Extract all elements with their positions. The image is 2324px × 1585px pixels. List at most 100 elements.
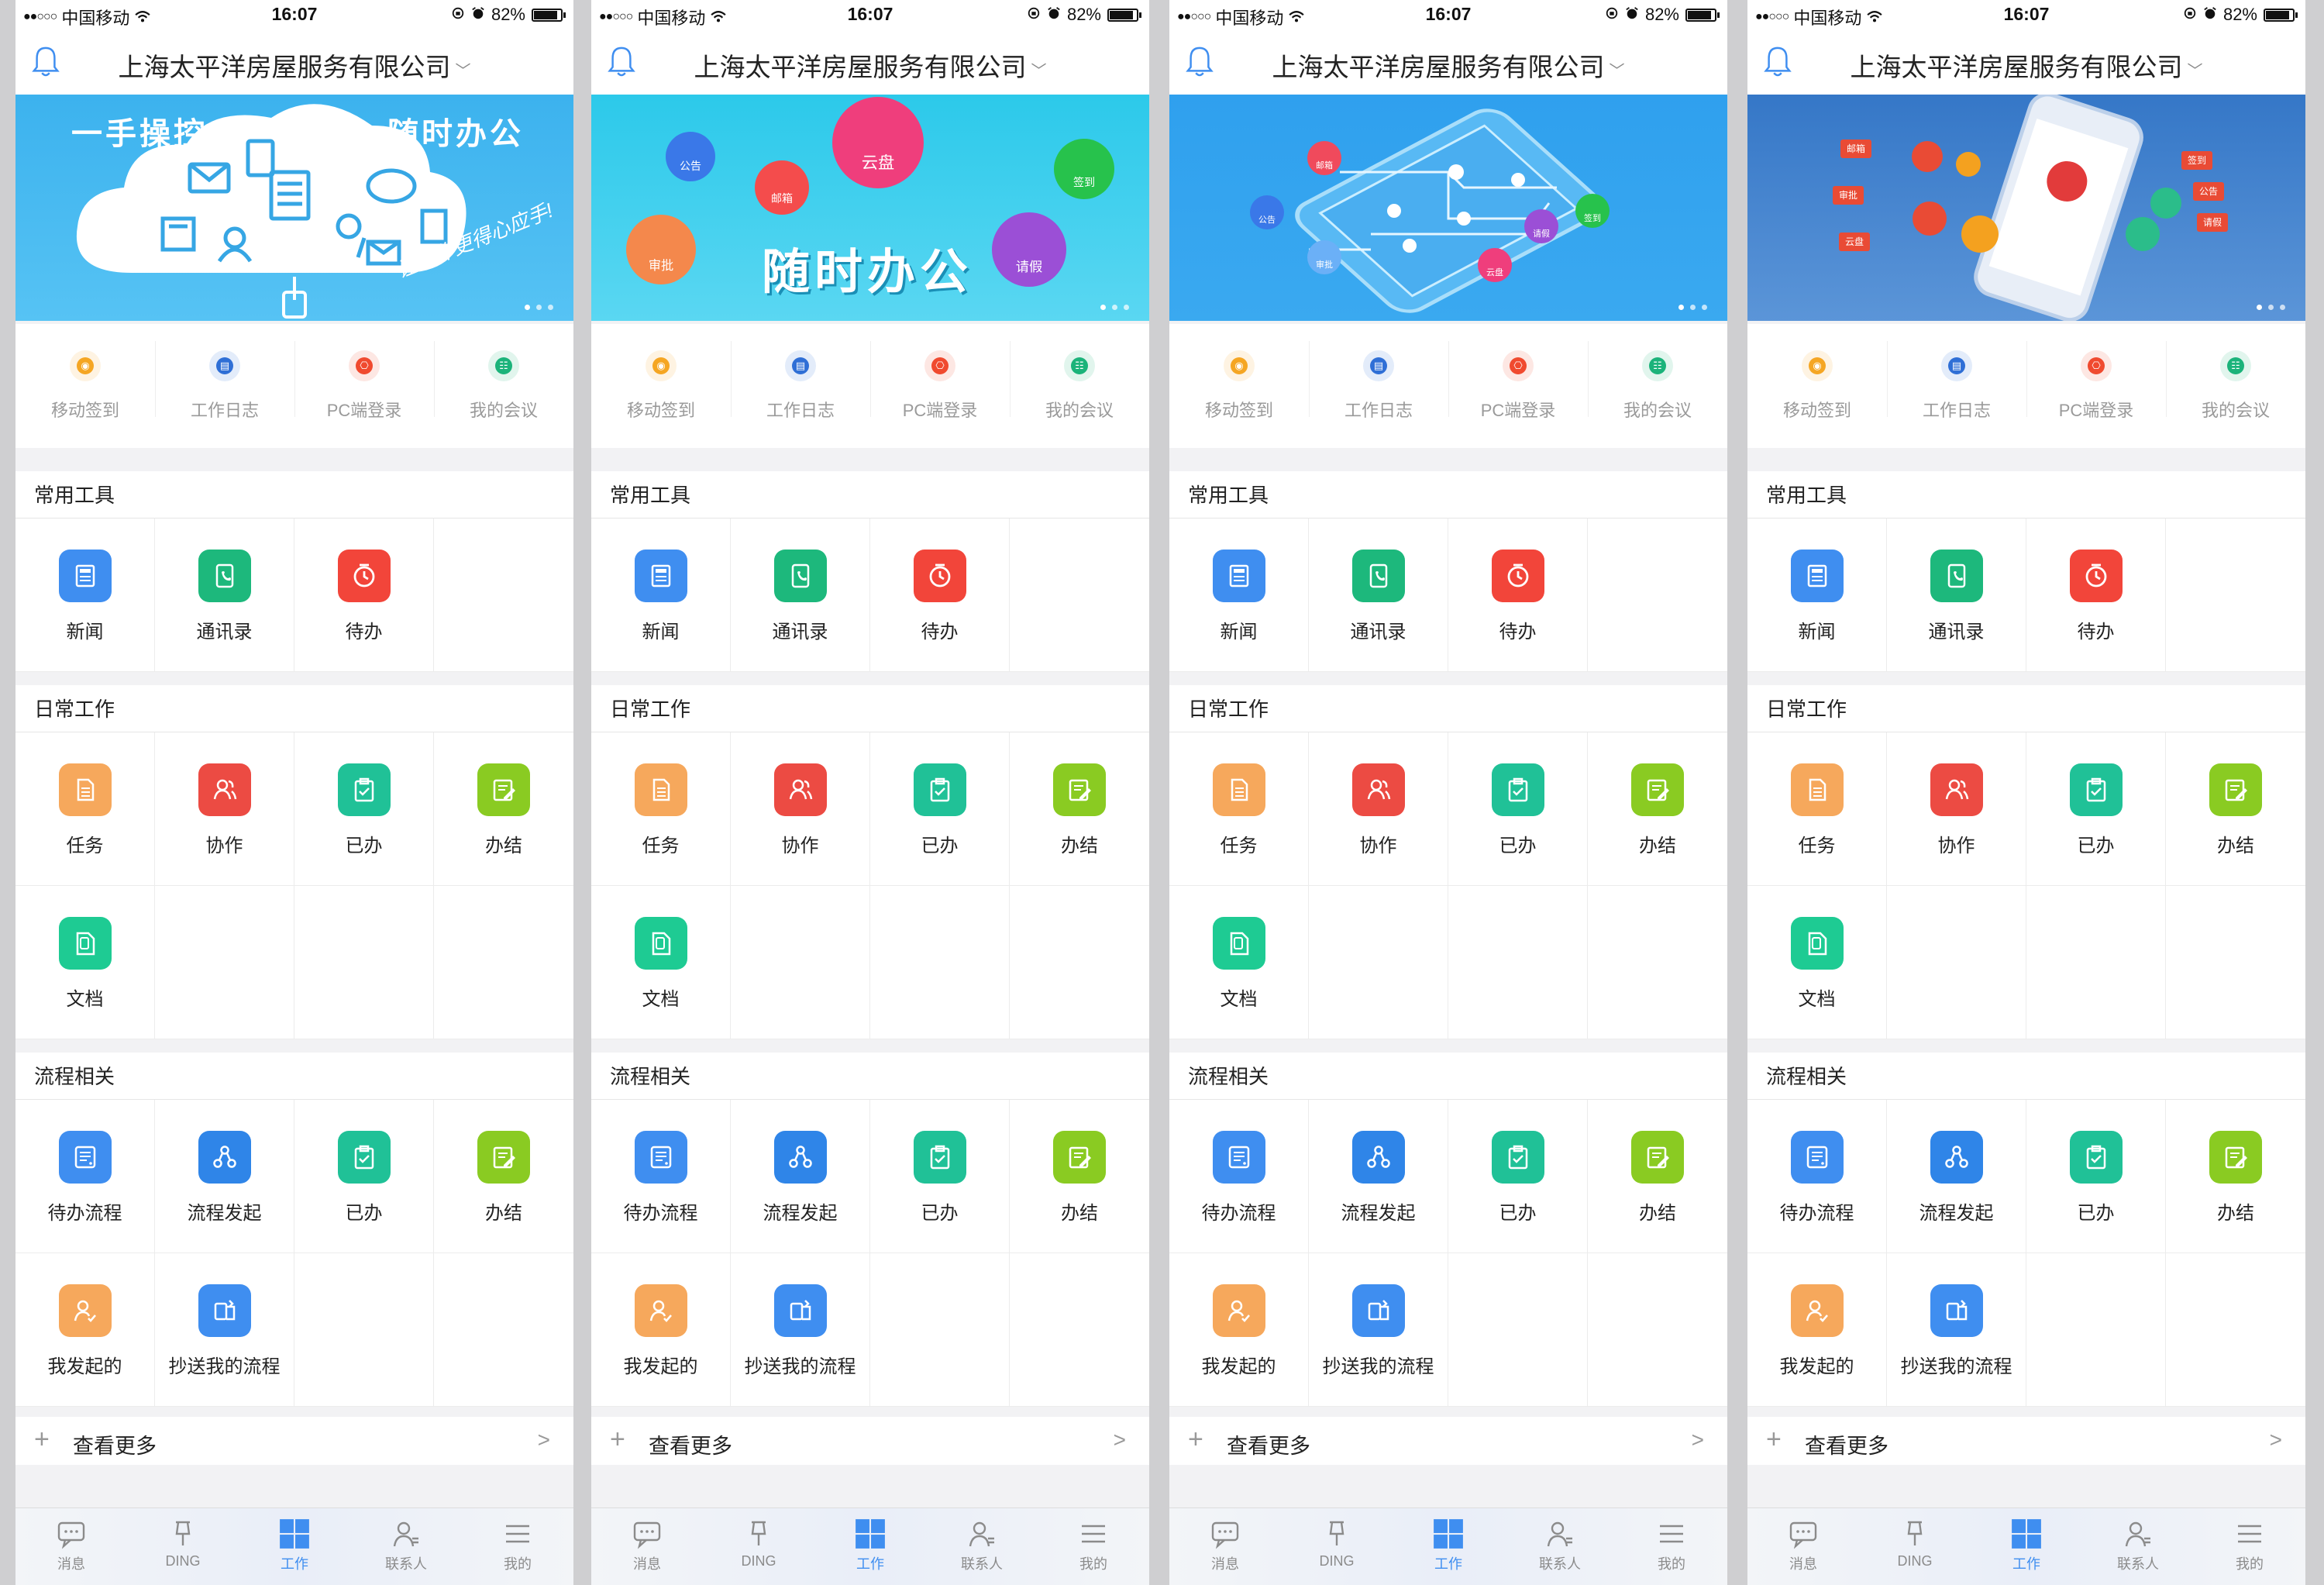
- app-tile[interactable]: 我发起的: [1747, 1253, 1887, 1407]
- app-tile[interactable]: 待办: [2026, 519, 2166, 672]
- pager-dot[interactable]: [1100, 305, 1106, 310]
- pager-dot[interactable]: [1702, 305, 1707, 310]
- carousel-pager[interactable]: [1678, 305, 1707, 310]
- app-tile[interactable]: 我发起的: [1169, 1253, 1309, 1407]
- pager-dot[interactable]: [2280, 305, 2285, 310]
- see-more-row[interactable]: + 查看更多 >: [15, 1417, 573, 1465]
- tab-3[interactable]: 工作: [814, 1508, 926, 1585]
- app-tile[interactable]: 待办流程: [15, 1100, 155, 1253]
- app-tile[interactable]: 待办流程: [1169, 1100, 1309, 1253]
- see-more-row[interactable]: + 查看更多 >: [1169, 1417, 1727, 1465]
- app-tile[interactable]: 新闻: [591, 519, 731, 672]
- banner-carousel[interactable]: 邮箱 审批 云盘 签到 公告 请假: [1747, 95, 2305, 321]
- carousel-pager[interactable]: [525, 305, 553, 310]
- pager-dot[interactable]: [525, 305, 530, 310]
- app-tile[interactable]: 已办: [870, 1100, 1010, 1253]
- app-tile[interactable]: 待办: [870, 519, 1010, 672]
- pager-dot[interactable]: [2257, 305, 2262, 310]
- quick-action[interactable]: ☷ 我的会议: [1588, 324, 1727, 448]
- banner-carousel[interactable]: 云盘 请假 审批 邮箱 公告 签到 随时办公: [591, 95, 1149, 321]
- app-tile[interactable]: 流程发起: [155, 1100, 294, 1253]
- app-tile[interactable]: 通讯录: [1309, 519, 1448, 672]
- tab-1[interactable]: 消息: [15, 1508, 127, 1585]
- carousel-pager[interactable]: [2257, 305, 2285, 310]
- quick-action[interactable]: ☷ 我的会议: [434, 324, 573, 448]
- app-tile[interactable]: 抄送我的流程: [1887, 1253, 2026, 1407]
- pager-dot[interactable]: [2268, 305, 2274, 310]
- banner-carousel[interactable]: 一手操控 随时办公 让工作更得心应手!: [15, 95, 573, 321]
- pager-dot[interactable]: [1112, 305, 1117, 310]
- app-tile[interactable]: 新闻: [1747, 519, 1887, 672]
- app-tile[interactable]: 已办: [1448, 1100, 1588, 1253]
- tab-4[interactable]: 联系人: [350, 1508, 462, 1585]
- tab-1[interactable]: 消息: [591, 1508, 703, 1585]
- quick-action[interactable]: ▤ 工作日志: [731, 324, 870, 448]
- tab-4[interactable]: 联系人: [926, 1508, 1038, 1585]
- pager-dot[interactable]: [1124, 305, 1129, 310]
- app-tile[interactable]: 抄送我的流程: [1309, 1253, 1448, 1407]
- app-tile[interactable]: 任务: [591, 732, 731, 886]
- tab-4[interactable]: 联系人: [1504, 1508, 1616, 1585]
- tab-1[interactable]: 消息: [1747, 1508, 1859, 1585]
- app-tile[interactable]: 文档: [15, 886, 155, 1039]
- app-tile[interactable]: 待办流程: [1747, 1100, 1887, 1253]
- app-tile[interactable]: 办结: [1010, 732, 1149, 886]
- see-more-row[interactable]: + 查看更多 >: [591, 1417, 1149, 1465]
- app-tile[interactable]: 通讯录: [731, 519, 870, 672]
- company-switcher[interactable]: 上海太平洋房屋服务有限公司 ﹀: [15, 47, 573, 84]
- app-tile[interactable]: 通讯录: [1887, 519, 2026, 672]
- app-tile[interactable]: 待办: [1448, 519, 1588, 672]
- app-tile[interactable]: 待办流程: [591, 1100, 731, 1253]
- tab-5[interactable]: 我的: [2194, 1508, 2305, 1585]
- tab-2[interactable]: DING: [127, 1508, 239, 1585]
- app-tile[interactable]: 办结: [2166, 732, 2305, 886]
- pager-dot[interactable]: [536, 305, 542, 310]
- app-tile[interactable]: 已办: [2026, 1100, 2166, 1253]
- quick-action[interactable]: ⎔ PC端登录: [1448, 324, 1588, 448]
- app-tile[interactable]: 我发起的: [15, 1253, 155, 1407]
- pager-dot[interactable]: [1678, 305, 1684, 310]
- pager-dot[interactable]: [1690, 305, 1696, 310]
- quick-action[interactable]: ⎔ PC端登录: [294, 324, 434, 448]
- app-tile[interactable]: 我发起的: [591, 1253, 731, 1407]
- quick-action[interactable]: ☷ 我的会议: [1010, 324, 1149, 448]
- tab-2[interactable]: DING: [703, 1508, 814, 1585]
- quick-action[interactable]: ▤ 工作日志: [1887, 324, 2026, 448]
- app-tile[interactable]: 任务: [15, 732, 155, 886]
- quick-action[interactable]: ◉ 移动签到: [1169, 324, 1309, 448]
- app-tile[interactable]: 已办: [2026, 732, 2166, 886]
- app-tile[interactable]: 已办: [294, 1100, 434, 1253]
- app-tile[interactable]: 流程发起: [731, 1100, 870, 1253]
- app-tile[interactable]: 文档: [591, 886, 731, 1039]
- app-tile[interactable]: 办结: [434, 1100, 573, 1253]
- quick-action[interactable]: ⎔ PC端登录: [870, 324, 1010, 448]
- quick-action[interactable]: ◉ 移动签到: [591, 324, 731, 448]
- company-switcher[interactable]: 上海太平洋房屋服务有限公司 ﹀: [591, 47, 1149, 84]
- app-tile[interactable]: 流程发起: [1309, 1100, 1448, 1253]
- company-switcher[interactable]: 上海太平洋房屋服务有限公司 ﹀: [1169, 47, 1727, 84]
- banner-carousel[interactable]: 邮箱 公告 审批 请假 签到 云盘: [1169, 95, 1727, 321]
- app-tile[interactable]: 文档: [1747, 886, 1887, 1039]
- tab-1[interactable]: 消息: [1169, 1508, 1281, 1585]
- app-tile[interactable]: 办结: [1010, 1100, 1149, 1253]
- app-tile[interactable]: 通讯录: [155, 519, 294, 672]
- carousel-pager[interactable]: [1100, 305, 1129, 310]
- quick-action[interactable]: ◉ 移动签到: [15, 324, 155, 448]
- pager-dot[interactable]: [548, 305, 553, 310]
- app-tile[interactable]: 办结: [1588, 1100, 1727, 1253]
- app-tile[interactable]: 已办: [294, 732, 434, 886]
- app-tile[interactable]: 办结: [434, 732, 573, 886]
- app-tile[interactable]: 新闻: [15, 519, 155, 672]
- quick-action[interactable]: ▤ 工作日志: [155, 324, 294, 448]
- app-tile[interactable]: 协作: [155, 732, 294, 886]
- tab-2[interactable]: DING: [1281, 1508, 1393, 1585]
- tab-5[interactable]: 我的: [1038, 1508, 1149, 1585]
- app-tile[interactable]: 文档: [1169, 886, 1309, 1039]
- quick-action[interactable]: ◉ 移动签到: [1747, 324, 1887, 448]
- app-tile[interactable]: 新闻: [1169, 519, 1309, 672]
- app-tile[interactable]: 协作: [731, 732, 870, 886]
- tab-3[interactable]: 工作: [1393, 1508, 1504, 1585]
- app-tile[interactable]: 流程发起: [1887, 1100, 2026, 1253]
- app-tile[interactable]: 办结: [1588, 732, 1727, 886]
- tab-5[interactable]: 我的: [1616, 1508, 1727, 1585]
